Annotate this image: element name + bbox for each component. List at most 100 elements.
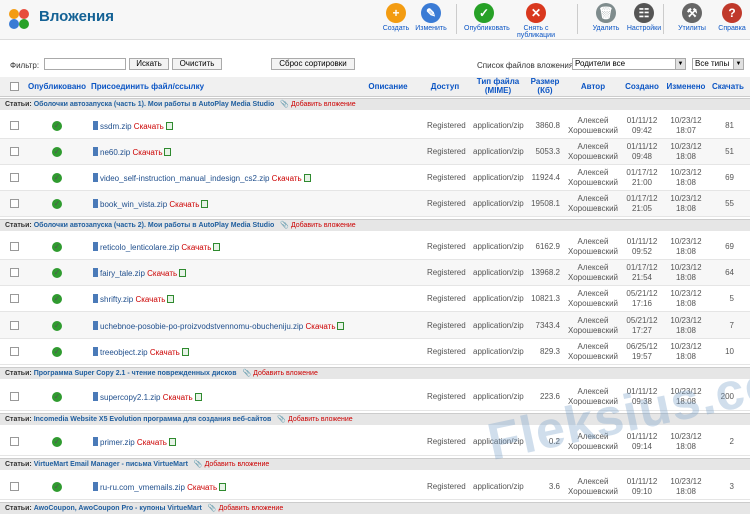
download-icon[interactable] xyxy=(165,122,173,130)
modified-date: 10/23/12 xyxy=(670,315,702,325)
published-check-icon[interactable]: ✓ xyxy=(52,391,62,402)
download-link[interactable]: Скачать xyxy=(134,122,164,131)
group-title[interactable]: VirtueMart Email Manager - письма Virtue… xyxy=(34,461,188,468)
type-filter-select[interactable]: Все типы ▼ xyxy=(692,58,744,70)
download-icon[interactable] xyxy=(179,269,187,277)
size-cell: 5053.3 xyxy=(535,147,560,156)
download-link[interactable]: Скачать xyxy=(305,322,335,331)
download-link[interactable]: Скачать xyxy=(272,174,302,183)
download-link[interactable]: Скачать xyxy=(150,348,180,357)
col-description[interactable]: Описание xyxy=(366,82,410,91)
toolbar-plus-button[interactable]: + Создать xyxy=(376,3,416,32)
published-check-icon[interactable]: ✓ xyxy=(52,320,62,331)
row-checkbox[interactable] xyxy=(10,268,19,277)
download-link[interactable]: Скачать xyxy=(163,393,193,402)
add-attachment-link[interactable]: 📎 Добавить вложение xyxy=(194,461,269,468)
download-link[interactable]: Скачать xyxy=(187,483,217,492)
file-link[interactable]: video_self-instruction_manual_indesign_c… xyxy=(100,174,269,183)
filter-input[interactable] xyxy=(44,58,126,70)
published-check-icon[interactable]: ✓ xyxy=(52,481,62,492)
download-icon[interactable] xyxy=(164,148,172,156)
parent-filter-select[interactable]: Родители все ▼ xyxy=(572,58,686,70)
col-size[interactable]: Размер (Кб) xyxy=(527,77,563,95)
download-link[interactable]: Скачать xyxy=(137,438,167,447)
published-check-icon[interactable]: ✓ xyxy=(52,437,62,447)
col-author[interactable]: Автор xyxy=(573,82,613,91)
download-link[interactable]: Скачать xyxy=(169,200,199,209)
search-button[interactable]: Искать xyxy=(129,58,169,70)
downloads-cell: 81 xyxy=(725,121,734,130)
group-title[interactable]: Incomedia Website X5 Evolution программа… xyxy=(34,416,272,423)
file-link[interactable]: uchebnoe-posobie-po-proizvodstvennomu-ob… xyxy=(100,322,303,331)
zip-file-icon xyxy=(93,199,98,208)
toolbar-trash-button[interactable]: 🗑 Удалить xyxy=(586,3,626,32)
col-file[interactable]: Присоединить файл/ссылку xyxy=(91,82,226,91)
row-checkbox[interactable] xyxy=(10,121,19,130)
clear-button[interactable]: Очистить xyxy=(172,58,222,70)
download-icon[interactable] xyxy=(303,174,311,182)
group-title[interactable]: Оболочки автозапуска (часть 2). Мои рабо… xyxy=(34,222,275,229)
file-link[interactable]: book_win_vista.zip xyxy=(100,200,167,209)
download-icon[interactable] xyxy=(337,321,345,330)
toolbar-settings-button[interactable]: ☷ Настройки xyxy=(624,3,664,32)
toolbar-help-button[interactable]: ? Справка xyxy=(712,3,750,32)
published-check-icon[interactable]: ✓ xyxy=(52,347,62,357)
toolbar-tools-button[interactable]: ⚒ Утилиты xyxy=(672,3,712,32)
row-checkbox[interactable] xyxy=(10,481,19,491)
col-downloads[interactable]: Скачать xyxy=(710,82,746,91)
col-published[interactable]: Опубликовано xyxy=(27,82,87,91)
download-link[interactable]: Скачать xyxy=(147,269,177,278)
row-checkbox[interactable] xyxy=(10,320,19,330)
download-icon[interactable] xyxy=(194,392,202,401)
row-checkbox[interactable] xyxy=(10,147,19,156)
published-check-icon[interactable]: ✓ xyxy=(52,199,62,209)
col-access[interactable]: Доступ xyxy=(425,82,465,91)
published-check-icon[interactable]: ✓ xyxy=(52,242,62,252)
published-check-icon[interactable]: ✓ xyxy=(52,294,62,304)
row-checkbox[interactable] xyxy=(10,391,19,401)
file-link[interactable]: ssdm.zip xyxy=(100,122,132,131)
select-all-checkbox[interactable] xyxy=(10,82,19,91)
col-created[interactable]: Создано xyxy=(622,82,662,91)
file-link[interactable]: primer.zip xyxy=(100,438,135,447)
download-link[interactable]: Скачать xyxy=(135,295,165,304)
col-modified[interactable]: Изменено xyxy=(664,82,708,91)
published-check-icon[interactable]: ✓ xyxy=(52,173,62,183)
file-link[interactable]: ne60.zip xyxy=(100,148,130,157)
toolbar-edit-button[interactable]: ✎ Изменить xyxy=(411,3,451,32)
row-checkbox[interactable] xyxy=(10,242,19,251)
download-link[interactable]: Скачать xyxy=(181,243,211,252)
download-icon[interactable] xyxy=(201,200,209,208)
download-icon[interactable] xyxy=(213,243,221,251)
table-row: ✓ ne60.zip Скачать Registered application/z… xyxy=(0,139,750,165)
row-checkbox[interactable] xyxy=(10,173,19,182)
download-link[interactable]: Скачать xyxy=(132,148,162,157)
file-link[interactable]: supercopy2.1.zip xyxy=(100,393,160,402)
add-attachment-link[interactable]: 📎 Добавить вложение xyxy=(280,101,355,108)
row-checkbox[interactable] xyxy=(10,437,19,446)
toolbar-publish-button[interactable]: ✓ Опубликовать xyxy=(464,3,510,32)
add-attachment-link[interactable]: 📎 Добавить вложение xyxy=(277,416,352,423)
file-link[interactable]: shrifty.zip xyxy=(100,295,133,304)
published-check-icon[interactable]: ✓ xyxy=(52,121,62,131)
add-attachment-link[interactable]: 📎 Добавить вложение xyxy=(243,370,318,377)
published-check-icon[interactable]: ✓ xyxy=(52,147,62,157)
reset-sort-button[interactable]: Сброс сортировки xyxy=(271,58,355,70)
download-icon[interactable] xyxy=(181,348,189,356)
row-checkbox[interactable] xyxy=(10,294,19,303)
download-icon[interactable] xyxy=(167,295,175,303)
row-checkbox[interactable] xyxy=(10,199,19,208)
col-mime[interactable]: Тип файла (MIME) xyxy=(470,77,526,95)
download-icon[interactable] xyxy=(219,482,227,491)
file-link[interactable]: treeobject.zip xyxy=(100,348,148,357)
file-link[interactable]: fairy_tale.zip xyxy=(100,269,145,278)
published-check-icon[interactable]: ✓ xyxy=(52,268,62,278)
add-attachment-link[interactable]: 📎 Добавить вложение xyxy=(280,222,355,229)
file-link[interactable]: ru-ru.com_vmemails.zip xyxy=(100,483,185,492)
download-icon[interactable] xyxy=(168,438,176,446)
toolbar-unpublish-button[interactable]: ✕ Снять с публикации xyxy=(516,3,556,39)
group-title[interactable]: Программа Super Copy 2.1 - чтение повреж… xyxy=(34,370,237,377)
row-checkbox[interactable] xyxy=(10,347,19,356)
group-title[interactable]: Оболочки автозапуска (часть 1). Мои рабо… xyxy=(34,101,275,108)
file-link[interactable]: reticolo_lenticolare.zip xyxy=(100,243,179,252)
